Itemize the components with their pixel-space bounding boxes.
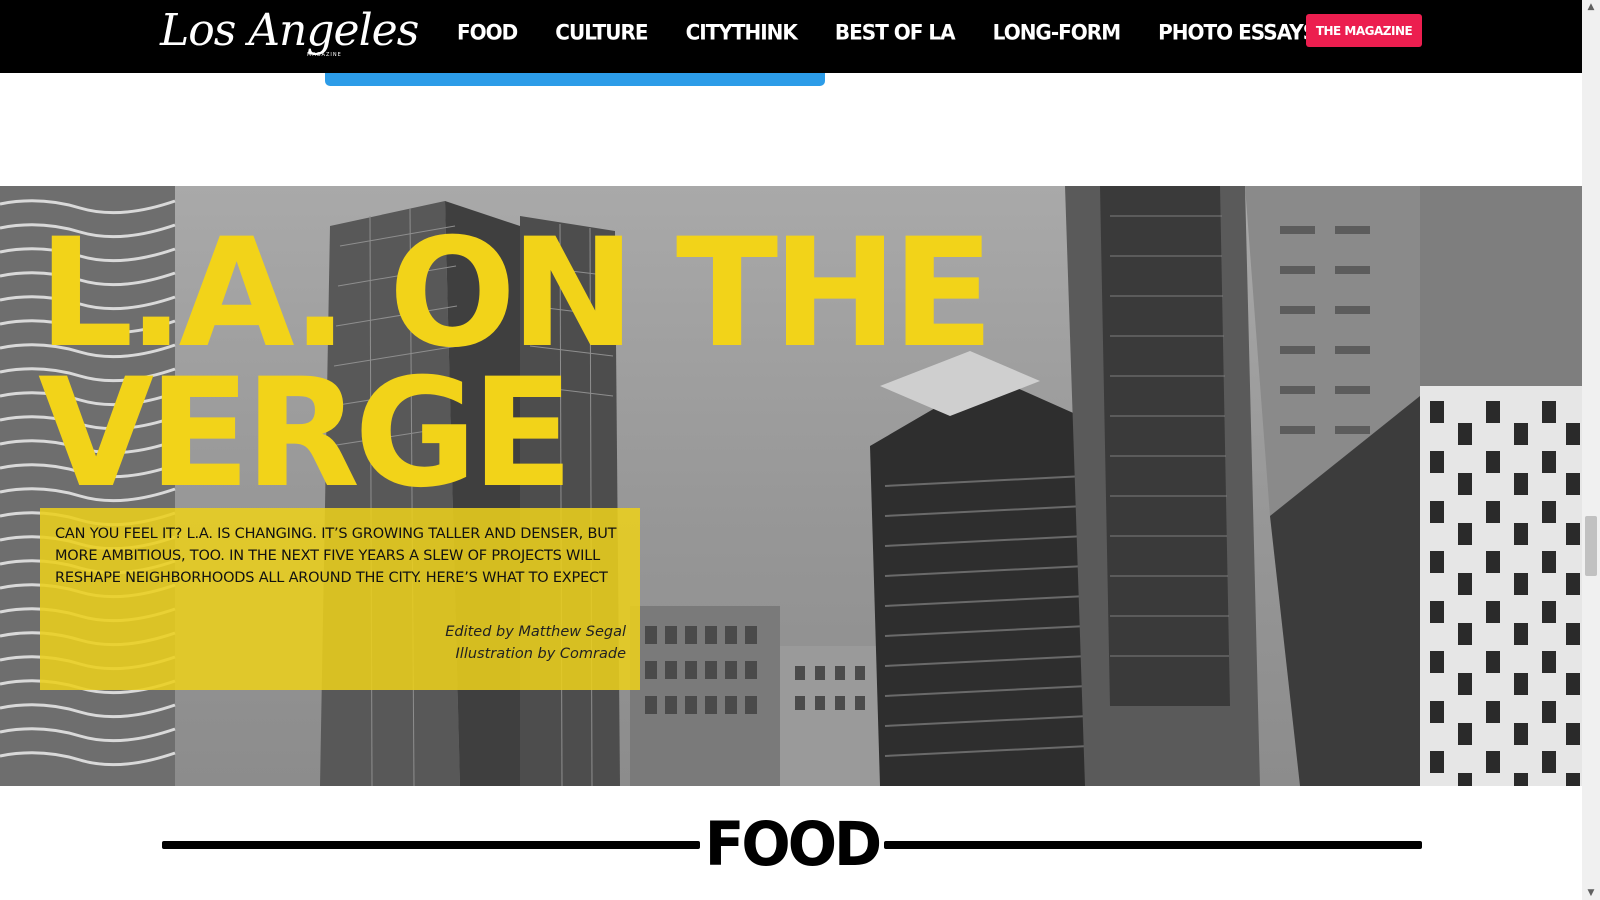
logo-subtext: MAGAZINE [307,52,342,58]
nav-item-food[interactable]: FOOD [457,19,518,45]
nav-item-long-form[interactable]: LONG-FORM [993,19,1121,45]
hero-title[interactable]: L.A. ON THE VERGE [38,207,994,521]
hero-dek-box: Can you feel it? L.A. is changing. It’s … [40,508,640,690]
hero-dek: Can you feel it? L.A. is changing. It’s … [55,526,617,586]
site-logo[interactable]: Los Angeles [160,6,419,56]
nav-item-culture[interactable]: CULTURE [555,19,648,45]
hero-title-line-1: L.A. ON THE [38,207,994,381]
nav-item-photo-essays[interactable]: PHOTO ESSAYS [1158,19,1317,45]
main-nav: FOOD CULTURE CITYTHINK BEST OF LA LONG-F… [457,0,1354,64]
hero-feature[interactable]: L.A. ON THE VERGE Can you feel it? L.A. … [0,186,1582,786]
nav-item-best-of-la[interactable]: BEST OF LA [835,19,956,45]
scroll-down-arrow-icon[interactable]: ▼ [1582,886,1600,900]
the-magazine-button[interactable]: THE MAGAZINE [1306,14,1422,47]
hero-credits: Edited by Matthew Segal Illustration by … [445,621,626,665]
section-title[interactable]: FOOD [700,806,884,882]
section-rule-right [884,841,1422,849]
scroll-up-arrow-icon[interactable]: ▲ [1582,0,1600,14]
scrollbar-thumb[interactable] [1585,516,1597,576]
site-header: Los Angeles MAGAZINE FOOD CULTURE CITYTH… [0,0,1582,73]
nav-item-citythink[interactable]: CITYTHINK [686,19,798,45]
hero-title-line-2: VERGE [38,347,574,521]
credit-illustration: Illustration by Comrade [455,646,626,662]
section-rule-left [162,841,700,849]
page-scrollbar[interactable]: ▲ ▼ [1582,0,1600,900]
credit-editor: Edited by Matthew Segal [445,624,626,640]
